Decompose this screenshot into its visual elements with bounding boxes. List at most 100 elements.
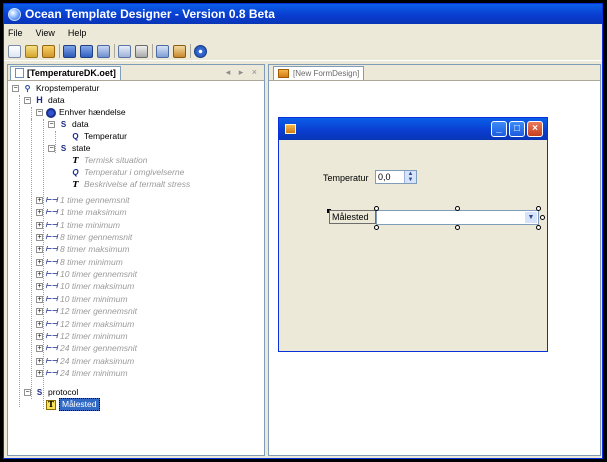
- open-folder-icon[interactable]: [42, 44, 55, 58]
- expand-icon[interactable]: +: [36, 283, 43, 291]
- event-icon: [46, 107, 56, 118]
- temperatur-input[interactable]: 0,0 ▲ ▼: [375, 170, 417, 184]
- expand-icon[interactable]: +: [36, 234, 43, 242]
- tree-node-root[interactable]: ⚲ Kropstemperatur: [22, 83, 100, 94]
- left-panel-header: [TemperatureDK.oet] ◂ ▸ ×: [8, 65, 264, 81]
- help-icon[interactable]: [194, 44, 207, 58]
- chevron-down-icon[interactable]: ▼: [525, 212, 537, 223]
- interval-event-icon: ⊢⊣: [45, 332, 58, 340]
- tree-node-label: Enhver hændelse: [59, 107, 126, 117]
- new-icon[interactable]: [8, 44, 21, 58]
- resize-handle[interactable]: [455, 206, 460, 211]
- tree-node-interval[interactable]: ⊢⊣ 1 time maksimum: [45, 207, 127, 218]
- collapse-icon[interactable]: −: [12, 85, 19, 92]
- expand-icon[interactable]: +: [36, 258, 43, 266]
- toolbar-separator: [114, 44, 115, 58]
- tree-guide-line: [43, 119, 44, 409]
- menu-bar: File View Help: [4, 24, 602, 42]
- resize-handle[interactable]: [536, 225, 541, 230]
- tab-template-file[interactable]: [TemperatureDK.oet]: [10, 65, 121, 80]
- collapse-icon[interactable]: −: [36, 109, 43, 116]
- tree-node-state[interactable]: Sstate: [58, 143, 91, 154]
- resize-handle[interactable]: [374, 225, 379, 230]
- edit-icon[interactable]: [97, 44, 110, 58]
- template-tree: − ⚲ Kropstemperatur − Hdata − Enhver hændelse −…: [8, 81, 264, 455]
- tree-node-interval[interactable]: ⊢⊣ 12 timer gennemsnit: [45, 306, 137, 317]
- tree-node-interval[interactable]: ⊢⊣ 24 timer minimum: [45, 368, 127, 379]
- tree-node-interval[interactable]: ⊢⊣ 1 time gennemsnit: [45, 195, 129, 206]
- tree-node-state-item[interactable]: T Beskrivelse af termalt stress: [70, 179, 191, 190]
- tree-node-interval[interactable]: ⊢⊣ 10 timer gennemsnit: [45, 269, 137, 280]
- tree-node-interval[interactable]: ⊢⊣ 10 timer maksimum: [45, 281, 134, 292]
- malested-label[interactable]: Målested: [329, 210, 376, 224]
- tab-form-design[interactable]: [New FormDesign]: [273, 65, 365, 80]
- menu-file[interactable]: File: [8, 28, 23, 38]
- tree-node-label: 1 time maksimum: [60, 207, 127, 218]
- build-icon[interactable]: [156, 44, 169, 58]
- close-icon[interactable]: ×: [527, 121, 543, 137]
- collapse-icon[interactable]: −: [24, 389, 31, 396]
- malested-combobox[interactable]: ▼: [376, 210, 539, 225]
- tree-node-interval[interactable]: ⊢⊣ 8 timer maksimum: [45, 244, 129, 255]
- tree-node-label: Beskrivelse af termalt stress: [84, 179, 191, 189]
- tree-node-interval[interactable]: ⊢⊣ 12 timer maksimum: [45, 319, 134, 330]
- expand-icon[interactable]: +: [36, 246, 43, 254]
- tree-node-interval[interactable]: ⊢⊣ 8 timer gennemsnit: [45, 232, 132, 243]
- text-icon: T: [46, 399, 56, 410]
- properties-icon[interactable]: [173, 44, 186, 58]
- tree-node-interval[interactable]: ⊢⊣ 1 time minimum: [45, 220, 120, 231]
- toolbar: [4, 42, 602, 61]
- print-icon[interactable]: [135, 44, 148, 58]
- expand-icon[interactable]: +: [36, 197, 43, 204]
- app-icon: [8, 7, 21, 21]
- resize-handle[interactable]: [455, 225, 460, 230]
- tab-navigation-controls[interactable]: ◂ ▸ ×: [226, 67, 260, 78]
- expand-icon[interactable]: +: [36, 320, 43, 328]
- tree-node-event[interactable]: Enhver hændelse: [46, 107, 126, 118]
- view-icon[interactable]: [118, 44, 131, 58]
- expand-icon[interactable]: +: [36, 345, 43, 353]
- save-all-icon[interactable]: [80, 44, 93, 58]
- tree-node-selected[interactable]: T Målested: [46, 398, 100, 411]
- expand-icon[interactable]: +: [36, 357, 43, 365]
- spinner-icon[interactable]: ▲ ▼: [404, 171, 416, 183]
- collapse-icon[interactable]: −: [48, 121, 55, 128]
- collapse-icon[interactable]: −: [24, 97, 31, 104]
- tree-node-interval[interactable]: ⊢⊣ 10 timer minimum: [45, 294, 127, 305]
- design-form[interactable]: _ □ × Temperatur 0,0 ▲ ▼ Målested ▼: [278, 117, 548, 352]
- toolbar-separator: [59, 44, 60, 58]
- structure-icon: S: [60, 144, 67, 153]
- tree-node-interval[interactable]: ⊢⊣ 12 timer minimum: [45, 331, 127, 342]
- archetype-link-icon: ⚲: [24, 84, 31, 93]
- save-icon[interactable]: [63, 44, 76, 58]
- menu-help[interactable]: Help: [68, 28, 87, 38]
- tab-form-design-label: [New FormDesign]: [293, 68, 360, 78]
- expand-icon[interactable]: +: [36, 209, 43, 217]
- menu-view[interactable]: View: [36, 28, 55, 38]
- maximize-icon[interactable]: □: [509, 121, 525, 137]
- resize-handle[interactable]: [374, 206, 379, 211]
- resize-handle[interactable]: [536, 206, 541, 211]
- tree-node-temperatur[interactable]: Q Temperatur: [70, 131, 127, 142]
- tree-node-state-item[interactable]: T Termisk situation: [70, 155, 148, 166]
- expand-icon[interactable]: +: [36, 221, 43, 229]
- window-title: Ocean Template Designer - Version 0.8 Be…: [25, 7, 275, 21]
- minimize-icon[interactable]: _: [491, 121, 507, 137]
- tree-node-interval[interactable]: ⊢⊣ 24 timer maksimum: [45, 356, 134, 367]
- tree-node-data[interactable]: Hdata: [34, 95, 64, 106]
- expand-icon[interactable]: +: [36, 308, 43, 316]
- expand-icon[interactable]: +: [36, 369, 43, 377]
- open-icon[interactable]: [25, 44, 38, 58]
- tree-node-interval[interactable]: ⊢⊣ 8 timer minimum: [45, 257, 122, 268]
- tree-node-protocol[interactable]: Sprotocol: [34, 387, 78, 398]
- tree-node-state-item[interactable]: Q Temperatur i omgivelserne: [70, 167, 184, 178]
- expand-icon[interactable]: +: [36, 295, 43, 303]
- expand-icon[interactable]: +: [36, 271, 43, 279]
- tree-node-interval[interactable]: ⊢⊣ 24 timer gennemsnit: [45, 343, 137, 354]
- tree-node-event-data[interactable]: Sdata: [58, 119, 89, 130]
- resize-handle[interactable]: [540, 215, 545, 220]
- interval-event-icon: ⊢⊣: [45, 308, 58, 316]
- collapse-icon[interactable]: −: [48, 145, 55, 152]
- expand-icon[interactable]: +: [36, 332, 43, 340]
- form-designer-panel: [New FormDesign] _ □ × Temperatur 0,0 ▲ ▼…: [268, 64, 601, 456]
